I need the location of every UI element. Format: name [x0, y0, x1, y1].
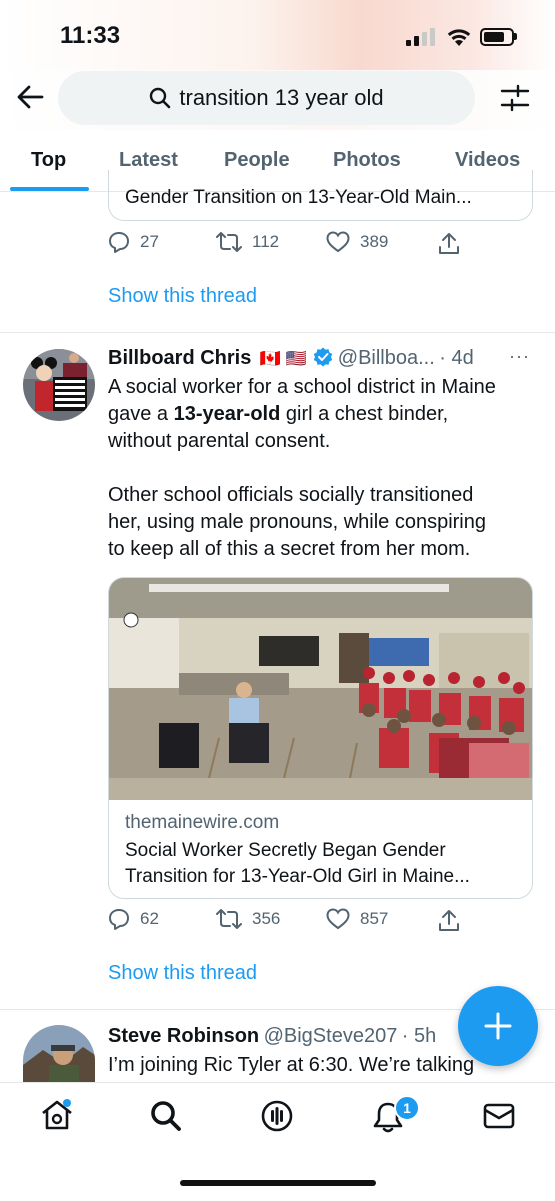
link-card-title: Social Worker Secretly Began Gender Tran…: [125, 838, 470, 890]
reply-icon: [109, 909, 129, 930]
tweet-text-fragment: girl a chest binder,: [280, 403, 449, 425]
tweet-text-line: gave a 13-year-old girl a chest binder,: [108, 401, 548, 428]
tweet-actions: 62 356 857: [108, 908, 548, 938]
retweet-icon: [216, 232, 242, 252]
back-arrow-icon[interactable]: [16, 84, 44, 110]
tweet-text-line: without parental consent.: [108, 430, 331, 452]
flag-emojis: 🇨🇦 🇺🇸: [259, 349, 307, 368]
tab-videos[interactable]: Videos: [455, 149, 520, 172]
tab-top[interactable]: Top: [31, 149, 66, 172]
reply-button[interactable]: 27: [108, 231, 159, 253]
more-options-icon[interactable]: ···: [509, 346, 530, 367]
tweet-text-fragment: gave a: [108, 403, 174, 425]
author-name[interactable]: Billboard Chris: [108, 347, 251, 369]
spaces-icon[interactable]: [260, 1099, 294, 1133]
tweet-header: Billboard Chris 🇨🇦 🇺🇸 @Billboa... · 4d: [108, 347, 548, 375]
tweet-text-line: her, using male pronouns, while conspiri…: [108, 511, 486, 533]
search-query-text: transition 13 year old: [179, 85, 384, 110]
messages-envelope-icon[interactable]: [483, 1103, 515, 1129]
search-filter-icon[interactable]: [500, 84, 530, 112]
tweet-time: · 4d: [439, 347, 474, 369]
tab-people[interactable]: People: [224, 149, 290, 172]
tweet-divider: [0, 332, 555, 333]
compose-tweet-button[interactable]: [458, 986, 538, 1066]
home-icon[interactable]: [40, 1099, 74, 1131]
like-button[interactable]: 857: [326, 908, 388, 930]
link-card-title: Gender Transition on 13-Year-Old Main...: [125, 187, 472, 208]
author-name[interactable]: Steve Robinson: [108, 1025, 259, 1047]
verified-badge-icon: [314, 347, 333, 367]
search-icon[interactable]: [150, 1100, 182, 1132]
share-button[interactable]: [438, 908, 460, 932]
avatar-photo: [23, 1025, 95, 1082]
retweet-button[interactable]: 356: [216, 908, 280, 930]
heart-icon: [326, 231, 350, 253]
show-thread-link[interactable]: Show this thread: [108, 285, 257, 308]
tweet-actions: 27 112 389: [108, 231, 548, 261]
tweet-text-bold: 13-year-old: [173, 403, 281, 425]
tweet-time: · 5h: [401, 1025, 437, 1047]
reply-count: 27: [140, 232, 159, 251]
status-time: 11:33: [60, 22, 121, 49]
tweet-header: Steve Robinson @BigSteve207 · 5h: [108, 1025, 436, 1048]
tweet-text-line: to keep all of this a secret from her mo…: [108, 538, 471, 560]
retweet-button[interactable]: 112: [216, 231, 279, 253]
link-card-image: [109, 578, 532, 800]
avatar-photo: [23, 349, 95, 421]
notification-badge: 1: [394, 1095, 420, 1121]
retweet-icon: [216, 909, 242, 929]
author-handle[interactable]: @BigSteve207: [264, 1025, 398, 1047]
battery-icon: [480, 28, 514, 46]
tweet-text: A social worker for a school district in…: [108, 374, 548, 563]
author-handle[interactable]: @Billboa...: [338, 347, 435, 369]
plus-icon: [484, 1012, 512, 1040]
link-card-domain: themainewire.com: [125, 812, 280, 833]
battery-tip: [514, 33, 517, 40]
avatar[interactable]: [23, 349, 95, 421]
reply-icon: [109, 232, 129, 253]
retweet-count: 356: [252, 909, 281, 928]
reply-count: 62: [140, 909, 159, 928]
home-indicator: [180, 1180, 376, 1186]
search-input[interactable]: transition 13 year old: [58, 71, 475, 125]
share-icon: [439, 233, 459, 254]
retweet-count: 112: [252, 232, 280, 251]
share-button[interactable]: [438, 231, 460, 255]
search-icon: [150, 87, 171, 109]
reply-button[interactable]: 62: [108, 908, 159, 930]
link-card[interactable]: themainewire.com Social Worker Secretly …: [108, 577, 533, 899]
avatar[interactable]: [23, 1025, 95, 1082]
like-count: 857: [360, 909, 389, 928]
tweet-text-line: Other school officials socially transiti…: [108, 484, 474, 506]
like-button[interactable]: 389: [326, 231, 388, 253]
tab-photos[interactable]: Photos: [333, 149, 401, 172]
active-tab-indicator: [10, 187, 89, 191]
tweet-text-spacer: [108, 455, 548, 482]
like-count: 389: [360, 232, 389, 251]
link-card[interactable]: Gender Transition on 13-Year-Old Main...: [108, 170, 533, 221]
cellular-signal-icon: [406, 28, 435, 46]
link-card-title-line: Transition for 13-Year-Old Girl in Maine…: [125, 866, 470, 887]
tweet-text-line: A social worker for a school district in…: [108, 376, 496, 398]
wifi-icon: [447, 29, 471, 46]
tab-latest[interactable]: Latest: [119, 149, 178, 172]
link-card-title-line: Social Worker Secretly Began Gender: [125, 840, 446, 861]
show-thread-link[interactable]: Show this thread: [108, 962, 257, 985]
share-icon: [439, 910, 459, 931]
heart-icon: [326, 908, 350, 930]
